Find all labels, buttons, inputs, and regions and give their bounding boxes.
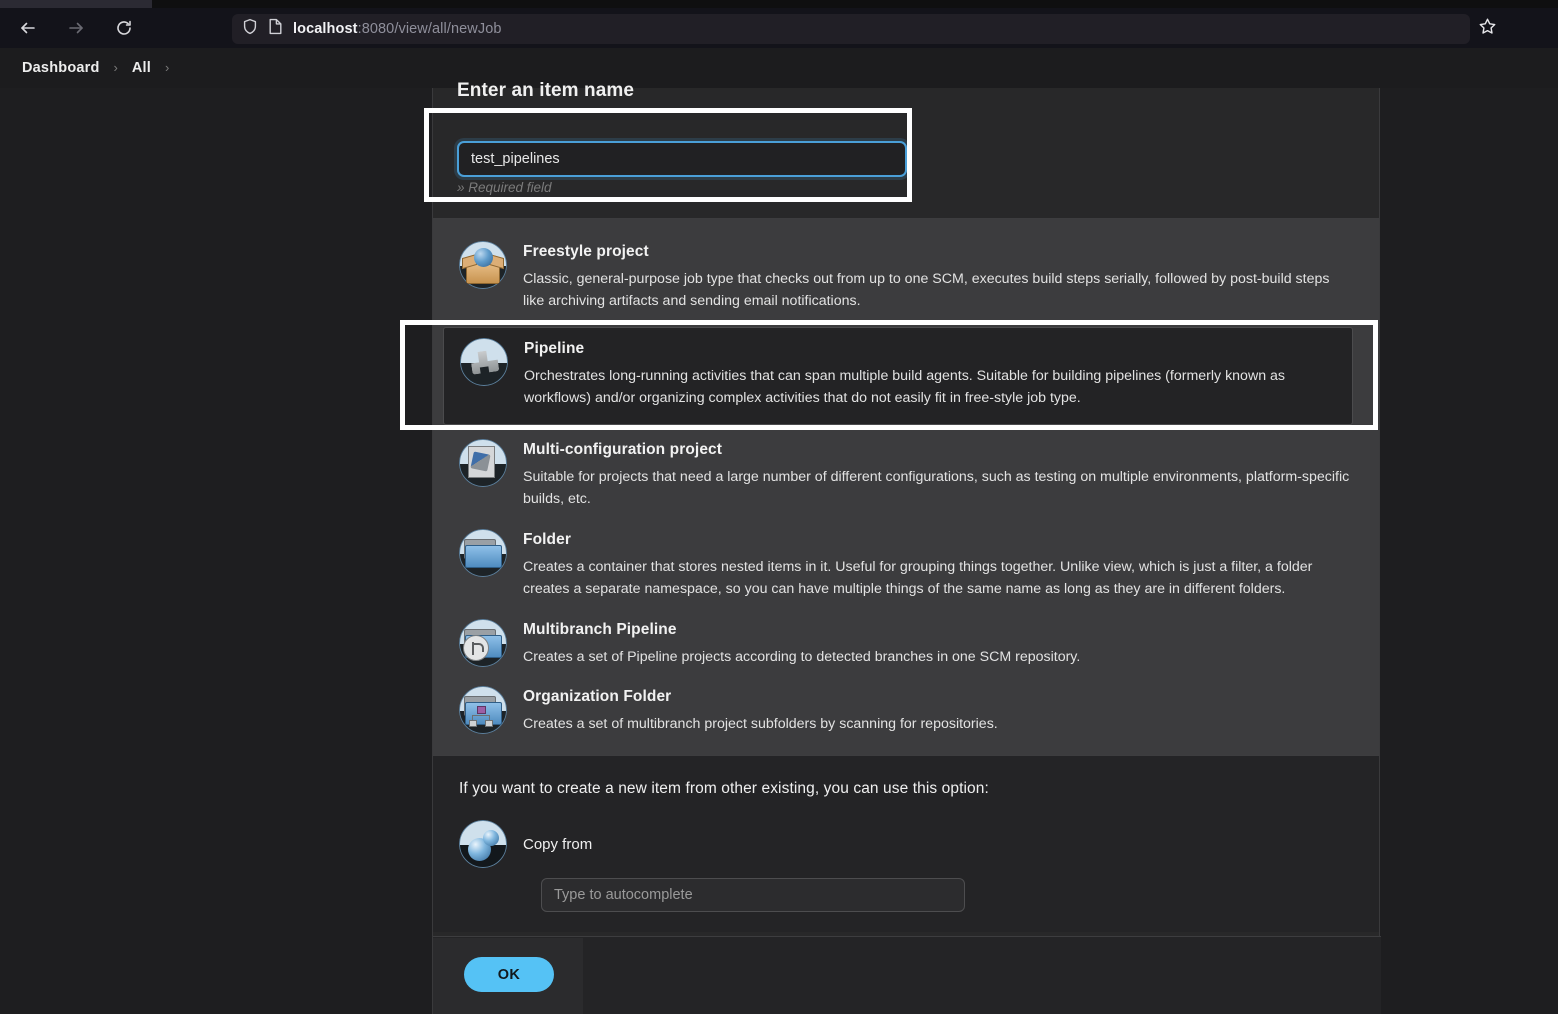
- multibranch-pipeline-icon: [459, 618, 507, 667]
- copy-from-input[interactable]: [541, 878, 965, 913]
- url-host: localhost: [293, 21, 358, 37]
- item-name-section: Enter an item name » Required field: [433, 80, 1379, 218]
- bookmark-button[interactable]: [1472, 14, 1502, 44]
- browser-tab[interactable]: [0, 0, 152, 8]
- copy-from-section: If you want to create a new item from ot…: [433, 756, 1379, 933]
- arrow-right-icon: [67, 19, 85, 37]
- form-footer: OK: [433, 936, 1381, 1014]
- url-path: :8080/view/all/newJob: [357, 21, 502, 37]
- breadcrumb-item-dashboard[interactable]: Dashboard: [22, 60, 100, 76]
- reload-icon: [115, 19, 133, 37]
- breadcrumb: Dashboard › All ›: [0, 48, 1558, 88]
- item-type-pipeline[interactable]: Pipeline Orchestrates long-running activ…: [443, 326, 1353, 425]
- required-field-note: » Required field: [457, 180, 552, 195]
- item-name-input[interactable]: [457, 141, 907, 177]
- item-type-list: Freestyle project Classic, general-purpo…: [433, 219, 1379, 756]
- reload-button[interactable]: [104, 12, 144, 44]
- item-type-name: Multi-configuration project: [523, 440, 723, 458]
- item-type-description: Classic, general-purpose job type that c…: [523, 271, 1330, 310]
- item-type-multi-configuration-project[interactable]: Multi-configuration project Suitable for…: [433, 431, 1379, 521]
- item-type-name: Pipeline: [524, 339, 585, 357]
- star-icon: [1478, 17, 1497, 41]
- back-button[interactable]: [8, 12, 48, 44]
- item-type-multibranch-pipeline[interactable]: Multibranch Pipeline Creates a set of Pi…: [433, 611, 1379, 678]
- breadcrumb-item-all[interactable]: All: [132, 60, 151, 76]
- item-type-name: Freestyle project: [523, 243, 649, 260]
- arrow-left-icon: [19, 19, 37, 37]
- address-bar-url: localhost:8080/view/all/newJob: [293, 21, 502, 37]
- item-type-freestyle-project[interactable]: Freestyle project Classic, general-purpo…: [433, 233, 1379, 323]
- multi-configuration-icon: [459, 438, 507, 487]
- copy-from-icon: [459, 820, 507, 869]
- item-type-organization-folder[interactable]: Organization Folder Creates a set of mul…: [433, 678, 1379, 745]
- browser-navigation-bar: localhost:8080/view/all/newJob: [0, 8, 1558, 48]
- item-type-name: Multibranch Pipeline: [523, 620, 677, 638]
- item-type-name: Folder: [523, 530, 571, 548]
- copy-from-label: Copy from: [523, 835, 593, 853]
- screen: localhost:8080/view/all/newJob Dashboard…: [0, 0, 1558, 1014]
- item-type-name: Organization Folder: [523, 687, 672, 705]
- pipeline-icon: [460, 337, 508, 386]
- page-title: Enter an item name: [457, 80, 635, 101]
- browser-tabstrip: [0, 0, 1558, 8]
- ok-button[interactable]: OK: [464, 957, 554, 992]
- item-type-description: Creates a container that stores nested i…: [523, 558, 1313, 598]
- item-type-description: Orchestrates long-running activities tha…: [524, 367, 1286, 407]
- breadcrumb-separator: ›: [113, 59, 118, 75]
- folder-icon: [459, 528, 507, 577]
- breadcrumb-separator-trailing: ›: [165, 59, 170, 75]
- address-bar[interactable]: localhost:8080/view/all/newJob: [232, 14, 1470, 44]
- organization-folder-icon: [459, 685, 507, 734]
- item-type-folder[interactable]: Folder Creates a container that stores n…: [433, 521, 1379, 611]
- forward-button[interactable]: [56, 12, 96, 44]
- shield-icon[interactable]: [242, 18, 258, 40]
- item-type-pipeline-wrapper: Pipeline Orchestrates long-running activ…: [433, 326, 1379, 425]
- document-icon: [268, 18, 283, 40]
- item-type-description: Creates a set of multibranch project sub…: [523, 715, 998, 732]
- item-type-description: Suitable for projects that need a large …: [523, 468, 1350, 508]
- new-item-form: Enter an item name » Required field Free…: [432, 80, 1381, 1014]
- freestyle-project-icon: [459, 241, 507, 289]
- copy-from-lead-text: If you want to create a new item from ot…: [459, 780, 989, 798]
- item-type-description: Creates a set of Pipeline projects accor…: [523, 648, 1081, 665]
